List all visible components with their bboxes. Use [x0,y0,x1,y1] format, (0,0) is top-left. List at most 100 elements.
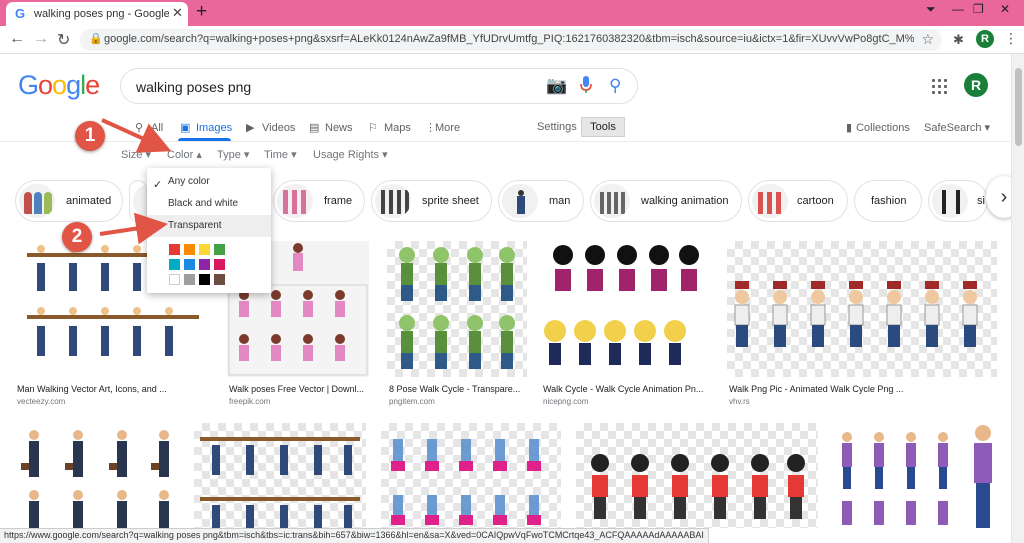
result-source[interactable]: vhv.rs [729,397,750,406]
tab-videos[interactable]: ▶ Videos [246,121,295,134]
search-input[interactable]: walking poses png [136,79,251,95]
map-pin-icon: ⚐ [368,122,378,134]
chip-walking-animation[interactable]: walking animation [590,180,742,222]
red-shirt-walk-cycle-image [591,454,805,519]
scrollbar-thumb[interactable] [1015,68,1022,146]
chip-partial-si[interactable]: si [928,180,988,222]
page-scrollbar[interactable] [1011,54,1024,543]
safesearch-dropdown[interactable]: SafeSearch ▾ [924,121,990,134]
tab-news[interactable]: ▤ News [309,121,353,134]
color-swatch-yellow[interactable] [199,244,210,255]
image-result[interactable] [576,423,818,528]
result-thumbnail[interactable] [576,423,818,528]
filter-type[interactable]: Type ▾ [217,148,249,161]
tab-more[interactable]: ⋮More [425,121,460,134]
result-thumbnail[interactable] [541,241,713,377]
image-result[interactable] [15,423,180,528]
result-thumbnail[interactable] [194,423,366,528]
color-swatch-blue[interactable] [184,259,195,270]
browser-menu-icon[interactable]: ⋮ [1004,30,1018,47]
browser-profile-avatar[interactable]: R [976,30,994,48]
woman-walking-image [391,439,541,525]
google-favicon-icon: G [15,6,26,21]
result-title[interactable]: Walk poses Free Vector | Downl... [229,384,367,394]
result-title[interactable]: Walk Cycle - Walk Cycle Animation Pn... [543,384,711,394]
address-bar[interactable]: 🔒 google.com/search?q=walking+poses+png&… [80,29,942,51]
color-swatch-green[interactable] [214,244,225,255]
news-icon: ▤ [309,122,320,134]
browser-toolbar: ← → ↻ 🔒 google.com/search?q=walking+pose… [0,26,1024,54]
image-result[interactable]: 8 Pose Walk Cycle - Transpare... pngitem… [387,241,527,408]
chip-man[interactable]: man [498,180,584,222]
back-icon[interactable]: ← [9,30,25,48]
annotation-arrow-1 [101,118,172,153]
close-tab-icon[interactable]: ✕ [172,5,183,21]
filter-usage-rights[interactable]: Usage Rights ▾ [313,148,388,161]
minimize-icon[interactable]: — [952,2,964,16]
result-source[interactable]: freepik.com [229,397,270,406]
tab-maps[interactable]: ⚐ Maps [368,121,411,134]
result-thumbnail[interactable] [381,423,561,528]
filter-time[interactable]: Time ▾ [264,148,297,161]
result-thumbnail[interactable] [387,241,527,377]
microphone-icon[interactable] [579,75,593,95]
bookmark-icon: ▮ [846,122,853,134]
bookmark-star-icon[interactable]: ☆ [921,31,934,48]
result-source[interactable]: nicepng.com [543,397,588,406]
chip-cartoon[interactable]: cartoon [748,180,848,222]
color-swatch-teal[interactable] [169,259,180,270]
video-icon: ▶ [246,122,255,134]
apps-grid-icon[interactable] [932,79,948,95]
result-title[interactable]: Walk Png Pic - Animated Walk Cycle Png .… [729,384,995,394]
result-thumbnail[interactable] [834,423,997,528]
color-swatch-brown[interactable] [214,274,225,285]
chip-frame[interactable]: frame [273,180,365,222]
image-result[interactable]: Walk Cycle - Walk Cycle Animation Pn... … [541,241,713,408]
collections-link[interactable]: ▮ Collections [846,121,910,134]
color-swatch-purple[interactable] [199,259,210,270]
forward-icon[interactable]: → [33,30,49,48]
result-title[interactable]: Man Walking Vector Art, Icons, and ... [17,384,207,394]
browser-tab[interactable]: G walking poses png - Google Sea ✕ [6,2,188,26]
search-icon[interactable]: ⚲ [609,76,621,96]
close-window-icon[interactable]: ✕ [1000,2,1010,16]
chip-label: frame [324,195,353,207]
color-swatch-pink[interactable] [214,259,225,270]
extensions-icon[interactable]: ✱ [953,32,964,48]
chip-fashion[interactable]: fashion [854,180,922,222]
lock-icon: 🔒 [89,33,103,45]
annotation-arrow-2 [99,212,168,245]
result-thumbnail[interactable] [727,241,997,377]
businessman-walking-image [21,430,169,528]
chip-thumbnail [19,184,55,218]
tools-button[interactable]: Tools [581,117,625,137]
chip-sprite-sheet[interactable]: sprite sheet [371,180,492,222]
profile-menu-icon[interactable]: ⏷ [926,2,936,17]
image-result[interactable]: Walk Png Pic - Animated Walk Cycle Png .… [727,241,997,408]
reload-icon[interactable]: ↻ [57,30,70,50]
search-box[interactable]: walking poses png 📷 ⚲ [120,68,638,104]
camera-icon[interactable]: 📷 [546,76,567,96]
result-source[interactable]: pngitem.com [389,397,435,406]
image-result[interactable] [194,423,366,528]
annotation-badge-2: 2 [62,222,92,252]
new-tab-button[interactable]: + [196,1,207,23]
image-result[interactable] [834,423,997,528]
more-vert-icon: ⋮ [425,122,436,134]
chip-label: fashion [871,195,907,207]
google-logo[interactable]: Google [18,70,100,101]
color-swatch-gray[interactable] [184,274,195,285]
chip-thumbnail [502,184,538,218]
chip-label: sprite sheet [422,195,479,207]
chip-thumbnail [932,184,968,218]
result-thumbnail[interactable] [15,423,180,528]
browser-tab-strip: G walking poses png - Google Sea ✕ + ⏷ —… [0,0,1024,26]
image-result[interactable] [381,423,561,528]
result-source[interactable]: vecteezy.com [17,397,65,406]
settings-link[interactable]: Settings [537,121,577,133]
color-swatch-black[interactable] [199,274,210,285]
color-swatch-white[interactable] [169,274,180,285]
result-title[interactable]: 8 Pose Walk Cycle - Transpare... [389,384,525,394]
account-avatar[interactable]: R [964,73,988,97]
restore-icon[interactable]: ❐ [973,2,984,16]
